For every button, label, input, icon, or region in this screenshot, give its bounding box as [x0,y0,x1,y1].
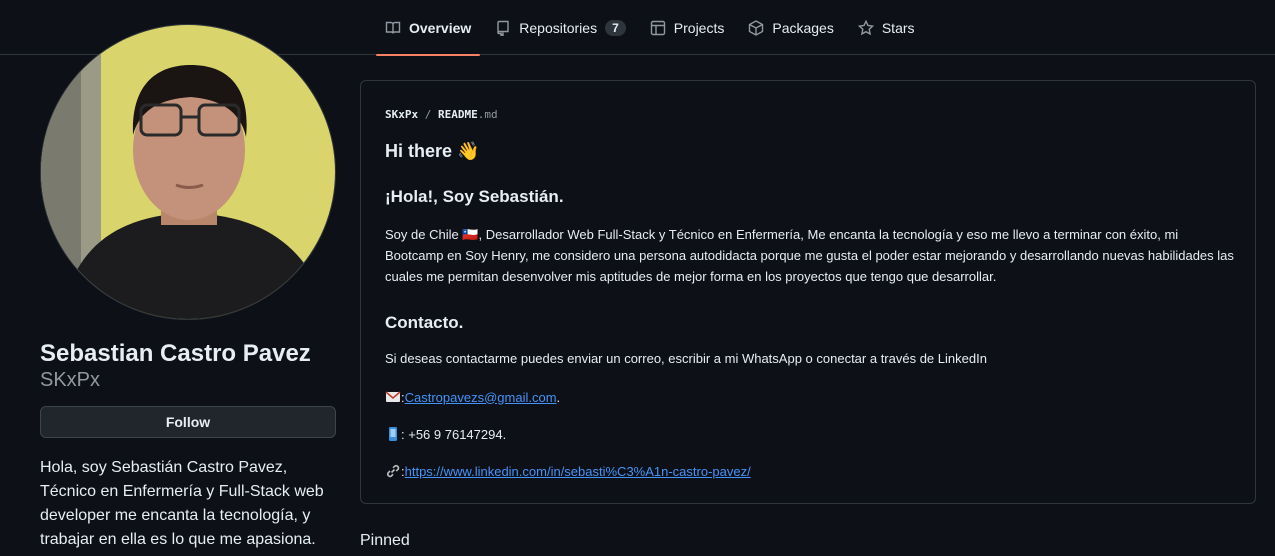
link-icon [387,465,400,478]
repo-icon [497,20,509,36]
repositories-count-badge: 7 [605,19,626,36]
phone-line: : +56 9 76147294. [385,426,506,442]
avatar-photo [41,25,335,319]
tab-overview[interactable]: Overview [376,0,481,56]
tab-stars-label: Stars [881,19,915,36]
star-icon [857,19,874,35]
readme-card: SKxPx / README.md Hi there 👋 ¡Hola!, Soy… [360,80,1256,504]
contact-text: Si deseas contactarme puedes enviar un c… [385,351,987,366]
tab-packages[interactable]: Packages [739,0,842,55]
profile-full-name: Sebastian Castro Pavez [40,340,311,367]
tab-projects-label: Projects [673,19,725,36]
profile-username: SKxPx [40,369,101,391]
phone-icon [389,427,397,441]
profile-bio: Hola, soy Sebastián Castro Pavez, Técnic… [40,459,324,548]
tab-stars[interactable]: Stars [849,0,924,55]
readme-greeting: Hi there 👋 [385,141,480,161]
avatar[interactable] [40,24,336,320]
table-icon [650,20,665,35]
mail-icon [385,391,401,402]
pinned-heading: Pinned [360,532,410,549]
follow-button[interactable]: Follow [40,406,336,438]
readme-heading: ¡Hola!, Soy Sebastián. [385,187,564,206]
email-suffix: . [556,389,561,405]
readme-intro: Soy de Chile 🇨🇱, Desarrollador Web Full-… [385,227,1234,284]
linkedin-link[interactable]: https://www.linkedin.com/in/sebasti%C3%A… [405,464,751,479]
readme-file-link[interactable]: README [438,108,478,121]
tab-repositories[interactable]: Repositories 7 [486,0,635,55]
readme-owner-link[interactable]: SKxPx [385,108,418,121]
email-link[interactable]: Castropavezs@gmail.com [405,390,557,405]
tab-repositories-label: Repositories [519,19,598,36]
path-separator: / [418,108,438,121]
linkedin-line: : https://www.linkedin.com/in/sebasti%C3… [385,463,751,479]
profile-tabs: Overview Repositories 7 Projects Package… [376,0,930,56]
readme-path: SKxPx / README.md [385,108,498,121]
book-icon [385,21,401,34]
tab-packages-label: Packages [772,19,834,36]
email-line: : Castropavezs@gmail.com . [385,389,560,405]
phone-number: : +56 9 76147294. [401,426,507,442]
tab-projects[interactable]: Projects [641,0,734,55]
readme-extension: .md [477,108,498,121]
contact-heading: Contacto. [385,313,464,332]
package-icon [749,19,764,36]
tab-overview-label: Overview [409,19,472,36]
